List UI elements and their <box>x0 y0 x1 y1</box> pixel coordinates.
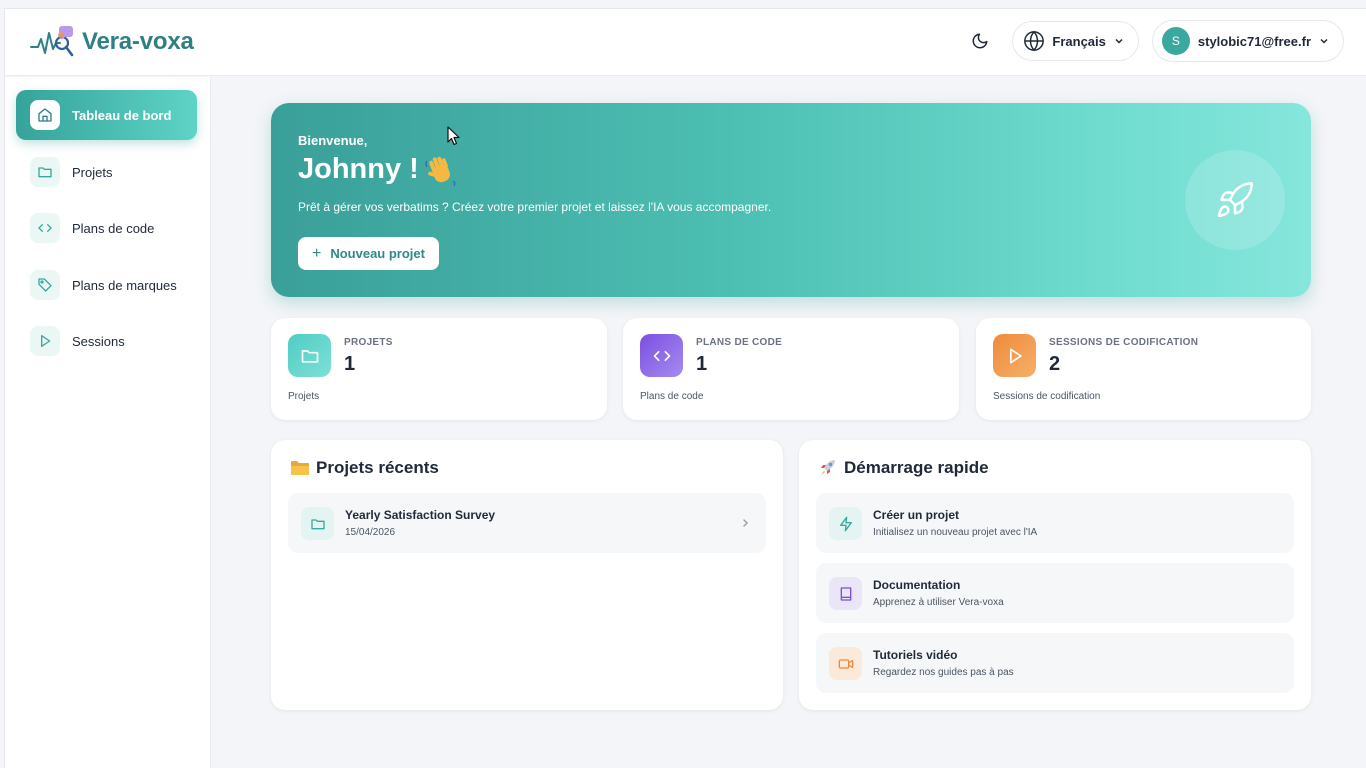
play-icon <box>30 326 60 356</box>
sidebar-item-brand-plans[interactable]: Plans de marques <box>16 260 197 310</box>
sidebar-item-label: Tableau de bord <box>72 107 172 123</box>
quick-start-create-project[interactable]: Créer un projet Initialisez un nouveau p… <box>816 493 1294 553</box>
welcome-text: Bienvenue, <box>298 133 368 148</box>
sidebar: Tableau de bord Projets Plans de code Pl… <box>4 77 211 768</box>
language-label: Français <box>1052 33 1106 49</box>
stat-card-code-plans: PLANS DE CODE 1 Plans de code <box>623 318 959 420</box>
folder-icon <box>30 157 60 187</box>
waving-hand-icon <box>425 156 456 187</box>
app-name: Vera-voxa <box>82 27 194 55</box>
quick-start-title: Documentation <box>873 578 961 592</box>
quick-start-video-tutorials[interactable]: Tutoriels vidéo Regardez nos guides pas … <box>816 633 1294 693</box>
avatar: S <box>1161 27 1190 55</box>
mouse-cursor-icon <box>447 126 460 146</box>
sidebar-item-label: Plans de marques <box>72 277 177 293</box>
code-icon <box>30 213 60 243</box>
project-date: 15/04/2026 <box>345 527 396 538</box>
quick-start-title: Créer un projet <box>873 508 960 522</box>
welcome-description: Prêt à gérer vos verbatims ? Créez votre… <box>298 200 772 214</box>
globe-icon <box>1024 30 1045 52</box>
stat-value: 2 <box>1049 353 1061 375</box>
folder-emoji-icon <box>291 461 309 475</box>
rocket-badge <box>1185 150 1285 250</box>
moon-icon <box>972 33 988 49</box>
folder-icon <box>288 334 331 377</box>
new-project-label: Nouveau projet <box>330 246 425 261</box>
lightning-icon <box>829 507 862 540</box>
quick-start-panel: Démarrage rapide Créer un projet Initial… <box>799 440 1311 710</box>
list-item[interactable]: Yearly Satisfaction Survey 15/04/2026 <box>288 493 766 553</box>
top-header: Vera-voxa Français S stylobic71@free.fr <box>4 8 1366 76</box>
user-greeting: Johnny ! <box>298 153 419 185</box>
play-icon <box>993 334 1036 377</box>
stat-title: PROJETS <box>344 337 393 348</box>
quick-start-subtitle: Initialisez un nouveau projet avec l'IA <box>873 527 1038 538</box>
sidebar-item-label: Sessions <box>72 333 125 349</box>
sidebar-item-dashboard[interactable]: Tableau de bord <box>16 90 197 140</box>
chevron-right-icon <box>743 519 749 527</box>
quick-start-title: Tutoriels vidéo <box>873 648 958 662</box>
theme-toggle-button[interactable] <box>960 21 1000 61</box>
recent-projects-panel: Projets récents Yearly Satisfaction Surv… <box>271 440 783 710</box>
plus-icon: + <box>312 244 322 262</box>
stat-subtitle: Projets <box>288 391 320 402</box>
panel-title: Projets récents <box>316 458 439 477</box>
sidebar-item-code-plans[interactable]: Plans de code <box>16 203 197 253</box>
welcome-banner: Bienvenue, Johnny ! Prêt à gérer vos ver… <box>271 103 1311 297</box>
language-selector[interactable]: Français <box>1012 21 1139 61</box>
stat-value: 1 <box>696 353 708 375</box>
code-icon <box>640 334 683 377</box>
book-icon <box>829 577 862 610</box>
sidebar-item-label: Plans de code <box>72 220 155 236</box>
app-logo[interactable]: Vera-voxa <box>30 25 194 59</box>
stat-title: SESSIONS DE CODIFICATION <box>1049 337 1199 348</box>
quick-start-subtitle: Apprenez à utiliser Vera-voxa <box>873 597 1004 608</box>
stat-card-sessions: SESSIONS DE CODIFICATION 2 Sessions de c… <box>976 318 1311 420</box>
quick-start-subtitle: Regardez nos guides pas à pas <box>873 667 1014 678</box>
user-email: stylobic71@free.fr <box>1197 33 1311 49</box>
panel-title: Démarrage rapide <box>844 458 989 477</box>
chevron-down-icon <box>1115 38 1123 44</box>
user-menu-button[interactable]: S stylobic71@free.fr <box>1151 20 1344 62</box>
tag-icon <box>30 270 60 300</box>
stat-subtitle: Plans de code <box>640 391 704 402</box>
folder-icon <box>301 507 334 540</box>
sidebar-item-projects[interactable]: Projets <box>16 147 197 197</box>
project-name: Yearly Satisfaction Survey <box>345 508 496 522</box>
stat-title: PLANS DE CODE <box>696 337 783 348</box>
sidebar-item-label: Projets <box>72 164 113 180</box>
quick-start-documentation[interactable]: Documentation Apprenez à utiliser Vera-v… <box>816 563 1294 623</box>
sidebar-item-sessions[interactable]: Sessions <box>16 316 197 366</box>
rocket-icon <box>1217 182 1253 218</box>
logo-icon <box>30 25 74 56</box>
new-project-button[interactable]: + Nouveau projet <box>298 237 439 270</box>
chevron-down-icon <box>1320 38 1328 44</box>
stat-card-projects: PROJETS 1 Projets <box>271 318 607 420</box>
rocket-emoji-icon <box>821 460 835 475</box>
stat-subtitle: Sessions de codification <box>993 391 1101 402</box>
video-icon <box>829 647 862 680</box>
stat-value: 1 <box>344 353 356 375</box>
home-icon <box>30 100 60 130</box>
